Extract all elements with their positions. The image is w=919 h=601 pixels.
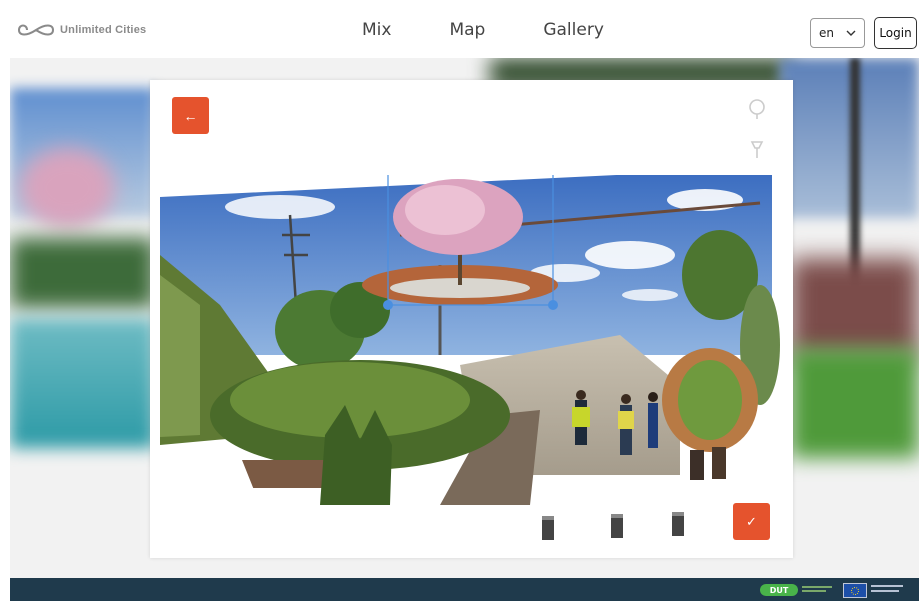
back-button[interactable]: ← bbox=[172, 97, 209, 134]
bollard[interactable] bbox=[611, 514, 623, 538]
confirm-button[interactable]: ✓ bbox=[733, 503, 770, 540]
collage-canvas[interactable] bbox=[160, 175, 782, 505]
login-button[interactable]: Login bbox=[874, 17, 917, 49]
tree-icon bbox=[749, 99, 765, 119]
logo-text: Unlimited Cities bbox=[60, 24, 147, 36]
nav-mix[interactable]: Mix bbox=[362, 20, 391, 40]
infinity-logo-icon bbox=[18, 24, 54, 36]
bollard[interactable] bbox=[542, 516, 554, 540]
nav-map[interactable]: Map bbox=[449, 20, 485, 40]
dut-logo: DUT bbox=[760, 584, 798, 596]
check-icon: ✓ bbox=[746, 513, 757, 529]
chevron-down-icon bbox=[846, 30, 856, 36]
resize-handle-bottom-right bbox=[548, 300, 558, 310]
eu-flag-icon bbox=[843, 583, 867, 598]
language-value: en bbox=[819, 26, 834, 40]
lamp-icon bbox=[750, 141, 764, 158]
bollard[interactable] bbox=[672, 512, 684, 536]
collage-editor-modal: ← ✓ bbox=[150, 80, 793, 558]
tool-tree[interactable] bbox=[744, 96, 770, 122]
resize-handle-bottom-left bbox=[383, 300, 393, 310]
tool-lamp[interactable] bbox=[744, 136, 770, 162]
main-nav: Mix Map Gallery bbox=[362, 20, 604, 40]
language-select[interactable]: en bbox=[810, 18, 865, 48]
top-navbar: Unlimited Cities Mix Map Gallery en Logi… bbox=[0, 0, 919, 58]
nav-gallery[interactable]: Gallery bbox=[543, 20, 604, 40]
arrow-left-icon: ← bbox=[183, 107, 198, 124]
logo[interactable]: Unlimited Cities bbox=[18, 21, 146, 39]
footer: DUT bbox=[10, 578, 919, 601]
